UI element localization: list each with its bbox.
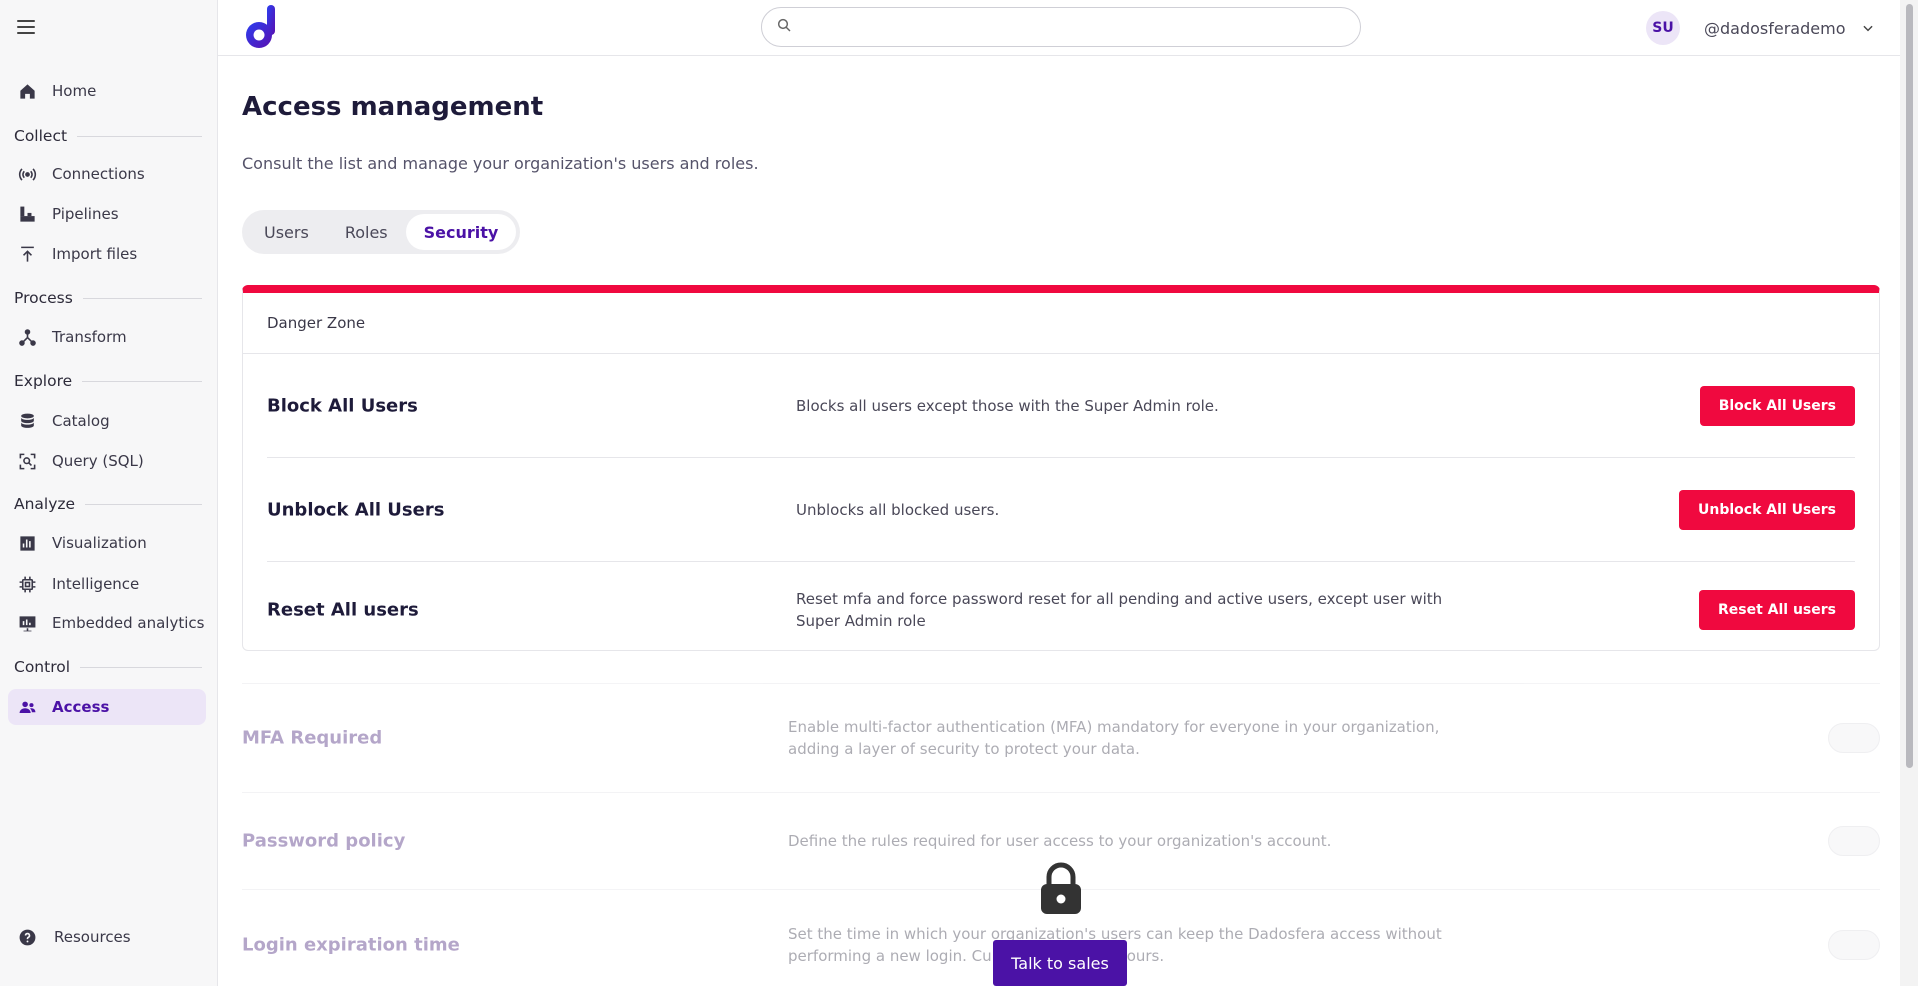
sidebar-item-label: Query (SQL) <box>52 452 144 470</box>
sidebar: Home Collect Connections Pipelines Impor… <box>0 0 218 986</box>
mfa-toggle[interactable] <box>1828 723 1880 753</box>
section-label: Analyze <box>14 495 76 513</box>
section-analyze: Analyze <box>14 494 202 514</box>
presentation-chart-icon <box>16 612 38 634</box>
tab-bar: Users Roles Security <box>242 210 521 254</box>
sidebar-item-label: Pipelines <box>52 205 119 223</box>
setting-title: Login expiration time <box>242 934 460 955</box>
help-circle-icon <box>16 926 38 948</box>
section-control: Control <box>14 657 202 677</box>
section-label: Explore <box>14 372 73 390</box>
sidebar-item-transform[interactable]: Transform <box>8 319 206 355</box>
sidebar-item-label: Transform <box>52 328 127 346</box>
sidebar-item-label: Connections <box>52 165 145 183</box>
sidebar-item-home[interactable]: Home <box>8 73 206 109</box>
talk-to-sales-button[interactable]: Talk to sales <box>993 940 1127 986</box>
divider <box>77 135 202 137</box>
network-icon <box>16 326 38 348</box>
database-icon <box>16 410 38 432</box>
tab-roles[interactable]: Roles <box>327 214 406 250</box>
danger-row-description: Blocks all users except those with the S… <box>796 396 1219 415</box>
sidebar-item-label: Access <box>52 698 110 716</box>
tab-users[interactable]: Users <box>246 214 327 250</box>
sidebar-item-query[interactable]: Query (SQL) <box>8 443 206 479</box>
section-label: Process <box>14 289 73 307</box>
danger-row-title: Unblock All Users <box>267 499 445 520</box>
setting-description: Set the time in which your organization'… <box>788 924 1442 965</box>
danger-row-block: Block All Users Blocks all users except … <box>267 354 1855 458</box>
sidebar-item-label: Resources <box>54 928 131 946</box>
scrollbar-thumb[interactable] <box>1906 4 1913 768</box>
login-expiration-toggle[interactable] <box>1828 929 1880 960</box>
hamburger-menu-icon[interactable] <box>17 20 35 34</box>
section-label: Collect <box>14 127 68 145</box>
page-subtitle: Consult the list and manage your organiz… <box>242 154 759 173</box>
sidebar-item-connections[interactable]: Connections <box>8 156 206 192</box>
sidebar-item-label: Home <box>52 82 97 100</box>
sidebar-item-access[interactable]: Access <box>8 689 206 725</box>
reset-all-users-button[interactable]: Reset All users <box>1698 590 1855 630</box>
sidebar-item-catalog[interactable]: Catalog <box>8 403 206 439</box>
lock-icon <box>1041 862 1081 914</box>
sidebar-item-visualization[interactable]: Visualization <box>8 525 206 561</box>
tab-security[interactable]: Security <box>405 214 517 250</box>
page-title: Access management <box>242 92 544 122</box>
avatar: SU <box>1646 11 1680 45</box>
chip-icon <box>16 573 38 595</box>
block-all-users-button[interactable]: Block All Users <box>1699 385 1855 426</box>
danger-row-title: Block All Users <box>267 395 418 416</box>
section-collect: Collect <box>14 126 202 146</box>
sidebar-item-label: Embedded analytics <box>52 614 205 632</box>
sidebar-item-intelligence[interactable]: Intelligence <box>8 566 206 602</box>
password-policy-toggle[interactable] <box>1828 826 1880 856</box>
divider <box>82 380 202 382</box>
sidebar-item-embedded-analytics[interactable]: Embedded analytics <box>8 605 206 641</box>
danger-row-unblock: Unblock All Users Unblocks all blocked u… <box>267 458 1855 562</box>
users-icon <box>16 696 38 718</box>
pipeline-icon <box>16 203 38 225</box>
search-icon <box>776 17 792 37</box>
sidebar-item-label: Intelligence <box>52 575 140 593</box>
app-root: Home Collect Connections Pipelines Impor… <box>0 0 1918 986</box>
sidebar-item-import-files[interactable]: Import files <box>8 236 206 272</box>
section-explore: Explore <box>14 371 202 391</box>
setting-row-mfa: MFA Required Enable multi-factor authent… <box>242 683 1880 792</box>
sidebar-item-resources[interactable]: Resources <box>8 919 206 955</box>
setting-description: Enable multi-factor authentication (MFA)… <box>788 718 1440 758</box>
setting-title: Password policy <box>242 830 406 852</box>
danger-row-description: Reset mfa and force password reset for a… <box>796 590 1443 630</box>
danger-row-description: Unblocks all blocked users. <box>796 500 1000 519</box>
search-input[interactable] <box>800 9 1360 45</box>
sidebar-item-label: Import files <box>52 245 138 263</box>
section-label: Control <box>14 658 71 676</box>
search-bar[interactable] <box>761 7 1361 47</box>
dadosfera-logo[interactable] <box>242 5 278 49</box>
query-search-icon <box>16 450 38 472</box>
sidebar-item-label: Visualization <box>52 534 147 552</box>
sidebar-item-pipelines[interactable]: Pipelines <box>8 196 206 232</box>
top-bar: SU @dadosferademo <box>218 0 1900 56</box>
username: @dadosferademo <box>1704 18 1846 38</box>
page-scrollbar[interactable] <box>1900 0 1918 986</box>
upload-icon <box>16 243 38 265</box>
danger-row-reset: Reset All users Reset mfa and force pass… <box>267 562 1855 658</box>
section-process: Process <box>14 288 202 308</box>
user-menu[interactable]: SU @dadosferademo <box>1646 11 1875 45</box>
unblock-all-users-button[interactable]: Unblock All Users <box>1679 489 1855 530</box>
chevron-down-icon <box>1863 25 1874 32</box>
home-icon <box>16 80 38 102</box>
danger-zone-title: Danger Zone <box>243 293 1879 354</box>
broadcast-icon <box>16 163 38 185</box>
danger-row-title: Reset All users <box>267 599 419 621</box>
setting-title: MFA Required <box>242 727 383 749</box>
sidebar-item-label: Catalog <box>52 412 110 430</box>
divider <box>82 297 202 299</box>
bar-chart-icon <box>16 532 38 554</box>
danger-zone-card: Danger Zone Block All Users Blocks all u… <box>242 285 1880 651</box>
setting-description: Define the rules required for user acces… <box>788 832 1332 850</box>
divider <box>80 666 202 668</box>
divider <box>85 503 202 505</box>
